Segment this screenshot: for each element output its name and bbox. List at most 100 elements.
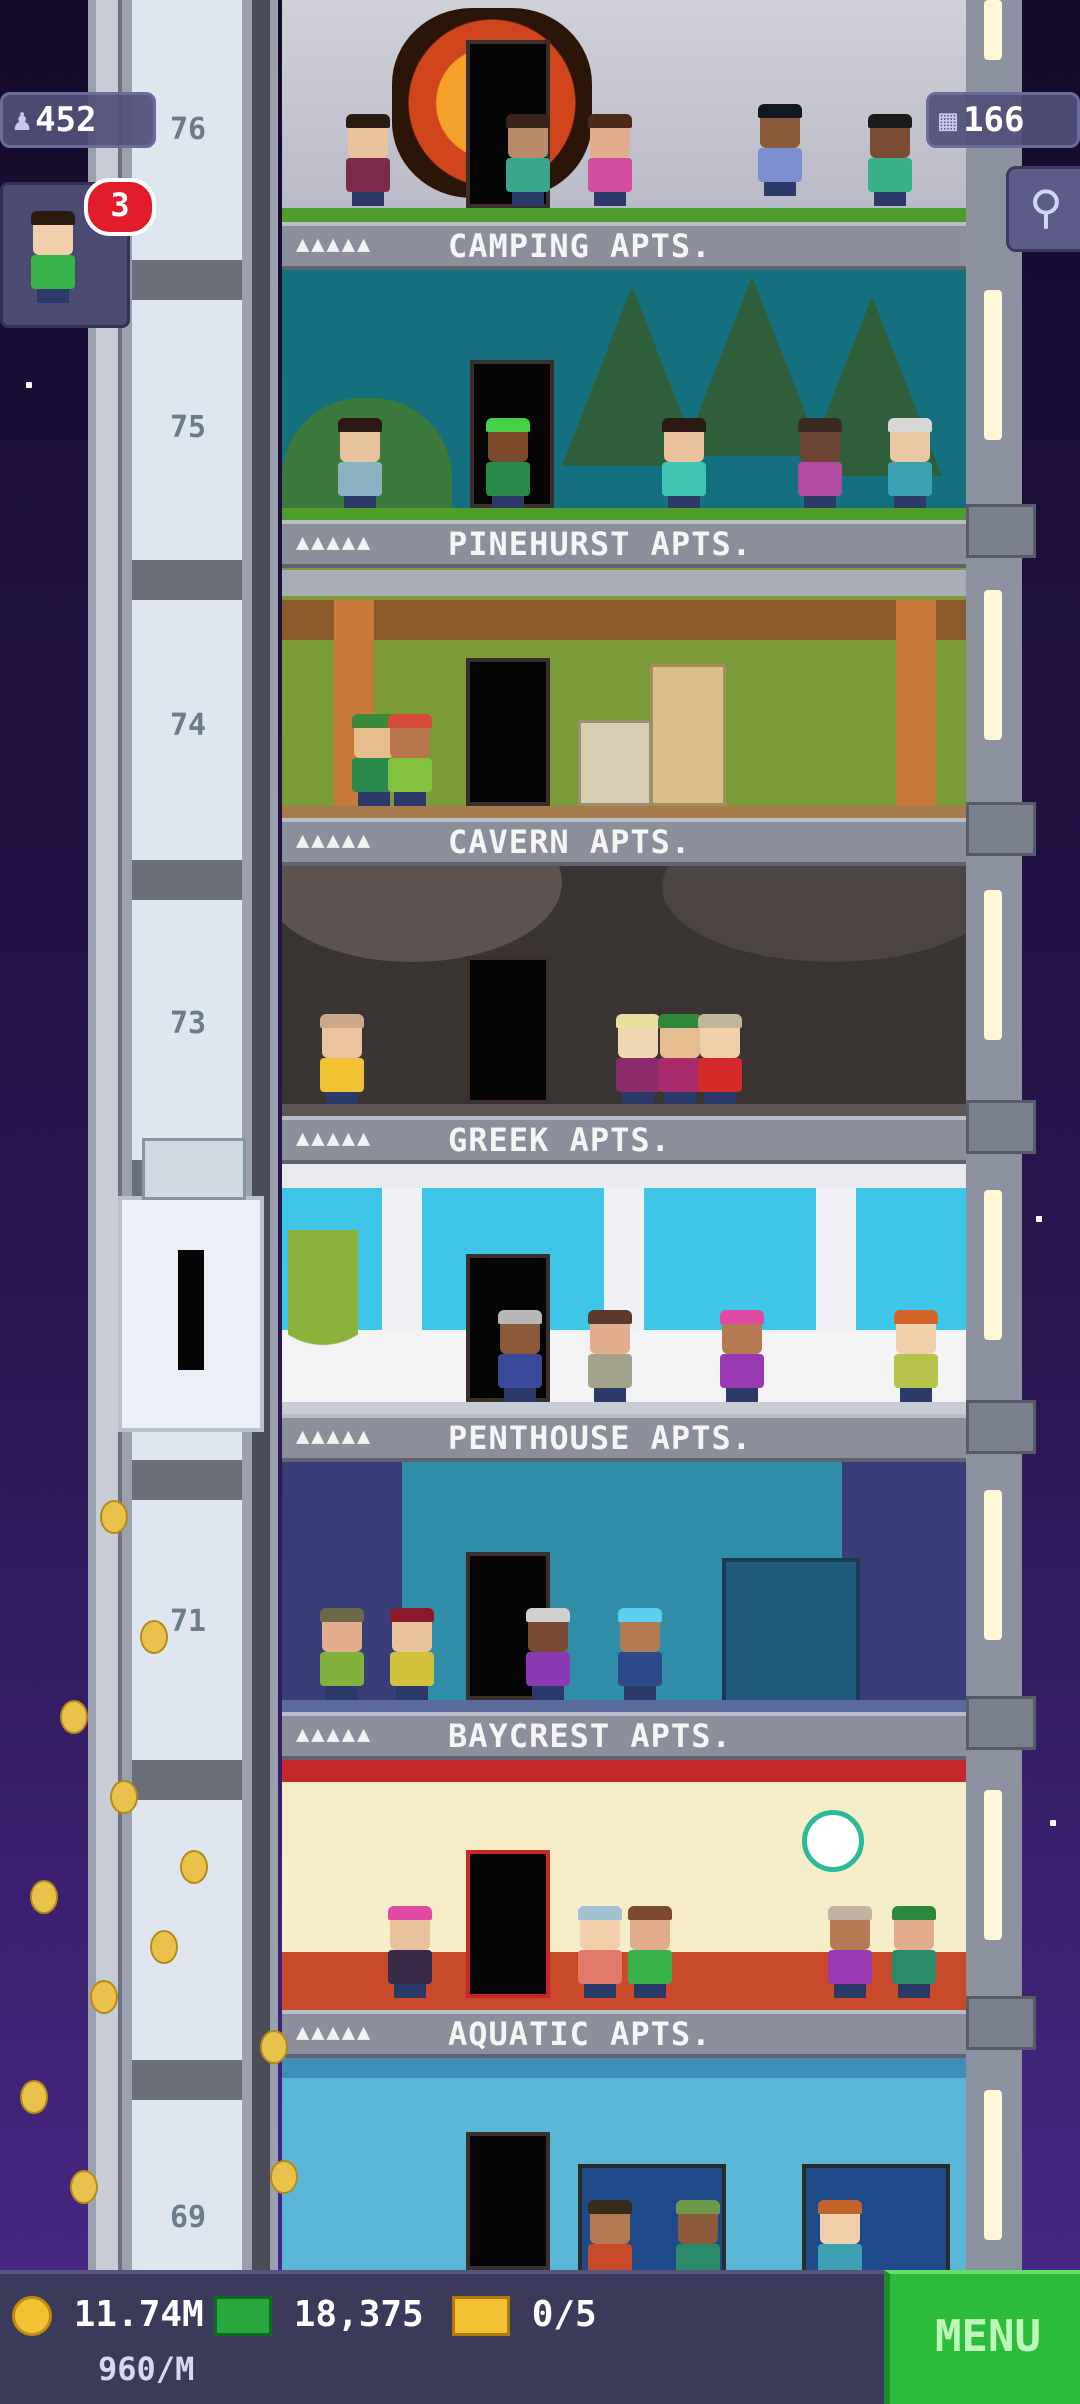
floor-pinehurst[interactable] xyxy=(282,564,966,820)
resident[interactable] xyxy=(520,1608,576,1700)
ledge xyxy=(966,1100,1036,1154)
floor-camping[interactable] xyxy=(282,266,966,522)
floor-greek[interactable] xyxy=(282,1160,966,1416)
resident[interactable] xyxy=(714,1310,770,1402)
ledge xyxy=(966,1400,1036,1454)
floor-label-bar[interactable]: ▲▲▲▲▲ CAMPING APTS. xyxy=(282,222,966,270)
pillar xyxy=(896,600,936,806)
floor-number: 76 xyxy=(169,112,207,147)
falling-coin-effect xyxy=(100,1500,128,1534)
resident[interactable] xyxy=(500,114,556,206)
floors-value: 166 xyxy=(963,100,1025,140)
cave-rock xyxy=(662,862,966,962)
person-icon: ♟ xyxy=(13,102,32,138)
falling-coin-effect xyxy=(20,2080,48,2114)
ledge xyxy=(966,1696,1036,1750)
floors-counter[interactable]: ▦ 166 xyxy=(926,92,1080,148)
shaft-rail xyxy=(252,0,270,2270)
resident[interactable] xyxy=(752,104,808,196)
coin-icon xyxy=(12,2296,52,2336)
coins-rate: 960/M xyxy=(98,2350,195,2388)
resident[interactable] xyxy=(492,1310,548,1402)
falling-coin-effect xyxy=(150,1930,178,1964)
floor-label-bar[interactable]: ▲▲▲▲▲ AQUATIC APTS. xyxy=(282,2010,966,2058)
ceiling-pipe xyxy=(282,570,966,596)
floor-label-bar[interactable]: ▲▲▲▲▲ PINEHURST APTS. xyxy=(282,520,966,568)
fridge xyxy=(650,664,726,806)
floor-label-bar[interactable]: ▲▲▲▲▲ CAVERN APTS. xyxy=(282,818,966,866)
search-button[interactable]: ⚲ xyxy=(1006,166,1080,252)
shaft-glass xyxy=(132,0,242,2270)
floor-label-bar[interactable]: ▲▲▲▲▲ BAYCREST APTS. xyxy=(282,1712,966,1760)
resident[interactable] xyxy=(612,1608,668,1700)
floor-baycrest[interactable] xyxy=(282,1756,966,2012)
tickets-display[interactable]: 0/5 xyxy=(452,2294,597,2336)
floor-name: CAVERN APTS. xyxy=(448,823,692,861)
window-light xyxy=(984,1790,1002,1940)
floor-number: 73 xyxy=(169,1006,207,1041)
resident[interactable] xyxy=(340,114,396,206)
resident[interactable] xyxy=(582,1310,638,1402)
notification-badge[interactable]: 3 xyxy=(84,178,156,236)
elevator-door xyxy=(178,1250,204,1370)
window-light xyxy=(984,2090,1002,2240)
resident[interactable] xyxy=(384,1608,440,1700)
resident[interactable] xyxy=(314,1014,370,1106)
shaft-rail xyxy=(96,0,122,2270)
resident[interactable] xyxy=(382,1906,438,1998)
window-light xyxy=(984,290,1002,440)
door xyxy=(466,2132,550,2270)
floor-butterfly[interactable] xyxy=(282,0,966,222)
resident[interactable] xyxy=(622,1906,678,1998)
falling-coin-effect xyxy=(90,1980,118,2014)
floor-aquatic[interactable] xyxy=(282,2054,966,2270)
resident[interactable] xyxy=(888,1310,944,1402)
floor-name: BAYCREST APTS. xyxy=(448,1717,732,1755)
elevator-shaft xyxy=(88,0,278,2270)
door xyxy=(466,658,550,806)
ticket-icon xyxy=(452,2296,510,2336)
building-icon: ▦ xyxy=(939,102,958,138)
resident[interactable] xyxy=(792,418,848,510)
resident[interactable] xyxy=(886,1906,942,1998)
resident[interactable] xyxy=(882,418,938,510)
resident[interactable] xyxy=(314,1608,370,1700)
resident[interactable] xyxy=(332,418,388,510)
door xyxy=(466,956,550,1104)
floor-label-bar[interactable]: ▲▲▲▲▲ GREEK APTS. xyxy=(282,1116,966,1164)
resident[interactable] xyxy=(670,2200,726,2270)
clock xyxy=(802,1810,864,1872)
door xyxy=(466,1850,550,1998)
resident[interactable] xyxy=(656,418,712,510)
star xyxy=(1050,1820,1056,1826)
resident[interactable] xyxy=(862,114,918,206)
resident[interactable] xyxy=(582,2200,638,2270)
magnifier-icon: ⚲ xyxy=(1029,180,1063,234)
resident[interactable] xyxy=(692,1014,748,1106)
resident[interactable] xyxy=(382,714,438,806)
falling-coin-effect xyxy=(60,1700,88,1734)
floor-label-bar[interactable]: ▲▲▲▲▲ PENTHOUSE APTS. xyxy=(282,1414,966,1462)
falling-coin-effect xyxy=(140,1620,168,1654)
resident[interactable] xyxy=(480,418,536,510)
resident[interactable] xyxy=(812,2200,868,2270)
ledge xyxy=(966,1996,1036,2050)
menu-button[interactable]: MENU xyxy=(884,2270,1080,2404)
elevator-top xyxy=(142,1138,246,1200)
resident[interactable] xyxy=(822,1906,878,1998)
coins-display[interactable]: 11.74M xyxy=(12,2294,204,2336)
floor-stars: ▲▲▲▲▲ xyxy=(296,1424,373,1449)
floor-penthouse[interactable] xyxy=(282,1458,966,1714)
floor-stars: ▲▲▲▲▲ xyxy=(296,232,373,257)
tickets-value: 0/5 xyxy=(531,2294,597,2335)
falling-coin-effect xyxy=(30,1880,58,1914)
resident[interactable] xyxy=(572,1906,628,1998)
population-counter[interactable]: ♟ 452 xyxy=(0,92,156,148)
bux-display[interactable]: 18,375 xyxy=(214,2294,424,2336)
ledge xyxy=(966,504,1036,558)
bux-value: 18,375 xyxy=(293,2294,424,2335)
elevator-car[interactable] xyxy=(118,1138,264,1432)
falling-coin-effect xyxy=(260,2030,288,2064)
floor-cavern[interactable] xyxy=(282,862,966,1118)
resident[interactable] xyxy=(582,114,638,206)
